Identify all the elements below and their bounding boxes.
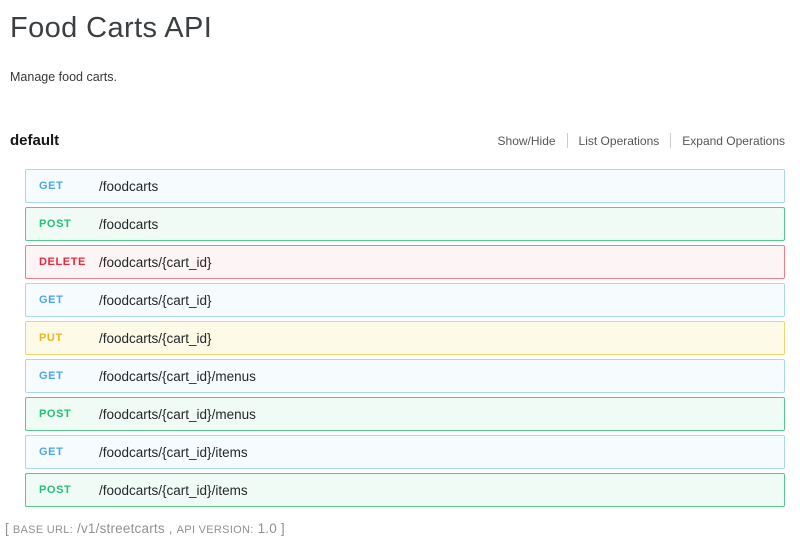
endpoint-row[interactable]: GET /foodcarts/{cart_id} — [25, 283, 785, 317]
page-title: Food Carts API — [10, 10, 785, 46]
base-url-label: BASE URL: — [13, 524, 73, 536]
method-badge[interactable]: GET — [39, 180, 99, 192]
endpoint-path[interactable]: /foodcarts/{cart_id} — [99, 293, 212, 308]
endpoint-path[interactable]: /foodcarts/{cart_id}/menus — [99, 369, 256, 384]
endpoint-row[interactable]: PUT /foodcarts/{cart_id} — [25, 321, 785, 355]
expand-operations-link[interactable]: Expand Operations — [682, 134, 785, 148]
api-version-value: 1.0 — [258, 521, 277, 536]
base-url-value: /v1/streetcarts — [77, 521, 165, 536]
footer-close-bracket: ] — [281, 521, 285, 536]
endpoint-row[interactable]: POST /foodcarts/{cart_id}/items — [25, 473, 785, 507]
section-header: default Show/Hide List Operations Expand… — [10, 132, 785, 149]
links-divider — [567, 133, 568, 148]
endpoint-path[interactable]: /foodcarts/{cart_id} — [99, 331, 212, 346]
method-badge[interactable]: DELETE — [39, 256, 99, 268]
method-badge[interactable]: POST — [39, 218, 99, 230]
method-badge[interactable]: POST — [39, 484, 99, 496]
endpoint-row[interactable]: POST /foodcarts — [25, 207, 785, 241]
endpoint-path[interactable]: /foodcarts — [99, 217, 158, 232]
show-hide-link[interactable]: Show/Hide — [498, 134, 556, 148]
method-badge[interactable]: GET — [39, 446, 99, 458]
method-badge[interactable]: PUT — [39, 332, 99, 344]
endpoint-path[interactable]: /foodcarts/{cart_id}/items — [99, 483, 248, 498]
footer-separator: , — [169, 521, 173, 536]
api-docs-page: Food Carts API Manage food carts. defaul… — [0, 0, 800, 536]
section-name-default[interactable]: default — [10, 132, 59, 149]
endpoint-row[interactable]: GET /foodcarts/{cart_id}/menus — [25, 359, 785, 393]
method-badge[interactable]: GET — [39, 370, 99, 382]
method-badge[interactable]: GET — [39, 294, 99, 306]
api-version-label: API VERSION: — [177, 524, 254, 536]
endpoint-path[interactable]: /foodcarts/{cart_id}/menus — [99, 407, 256, 422]
base-url-footer: [ BASE URL: /v1/streetcarts , API VERSIO… — [5, 521, 785, 536]
page-subtitle: Manage food carts. — [10, 70, 785, 84]
endpoint-path[interactable]: /foodcarts — [99, 179, 158, 194]
endpoint-path[interactable]: /foodcarts/{cart_id} — [99, 255, 212, 270]
endpoint-path[interactable]: /foodcarts/{cart_id}/items — [99, 445, 248, 460]
footer-open-bracket: [ — [5, 521, 9, 536]
method-badge[interactable]: POST — [39, 408, 99, 420]
endpoint-row[interactable]: GET /foodcarts/{cart_id}/items — [25, 435, 785, 469]
endpoint-row[interactable]: POST /foodcarts/{cart_id}/menus — [25, 397, 785, 431]
list-operations-link[interactable]: List Operations — [579, 134, 660, 148]
links-divider — [670, 133, 671, 148]
endpoints-list: GET /foodcarts POST /foodcarts DELETE /f… — [25, 169, 785, 507]
endpoint-row[interactable]: GET /foodcarts — [25, 169, 785, 203]
endpoint-row[interactable]: DELETE /foodcarts/{cart_id} — [25, 245, 785, 279]
section-links: Show/Hide List Operations Expand Operati… — [498, 133, 785, 148]
